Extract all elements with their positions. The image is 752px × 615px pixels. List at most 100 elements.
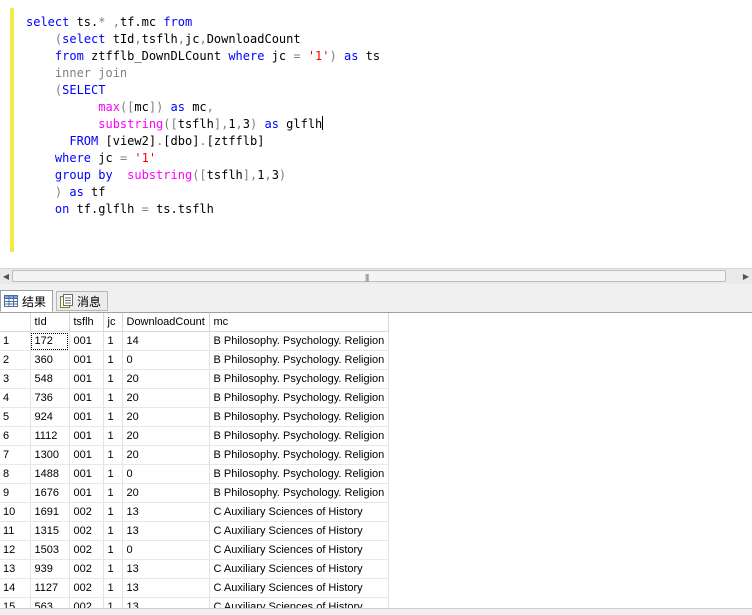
code-line[interactable]: from ztfflb_DownDLCount where jc = '1') … [26,48,380,65]
cell-tsflh[interactable]: 002 [69,540,104,560]
row-number[interactable]: 15 [0,597,31,608]
table-row[interactable]: 12 1503 002 1 0 C Auxiliary Sciences of Histo… [0,540,389,560]
cell-tsflh[interactable]: 001 [69,407,104,427]
cell-tsflh[interactable]: 002 [69,578,104,598]
code-line[interactable]: (SELECT [26,82,380,99]
row-number[interactable]: 6 [0,426,31,446]
editor-horizontal-scrollbar[interactable]: ◀ ||| ▶ [0,268,752,284]
cell-tid[interactable]: 736 [30,388,70,408]
scrollbar-thumb[interactable]: ||| [12,270,726,282]
cell-downloadcount[interactable]: 20 [122,483,210,503]
table-row[interactable]: 8 1488 001 1 0 B Philosophy. Psychology. Reli… [0,464,389,484]
cell-tsflh[interactable]: 001 [69,350,104,370]
scroll-right-arrow-icon[interactable]: ▶ [740,269,752,284]
tab-results[interactable]: 结果 [0,290,53,312]
cell-mc[interactable]: B Philosophy. Psychology. Religion [209,331,389,351]
table-row[interactable]: 1 172 001 1 14 B Philosophy. Psychology. Reli… [0,331,389,351]
code-line[interactable]: select ts.* ,tf.mc from [26,14,380,31]
table-row[interactable]: 14 1127 002 1 13 C Auxiliary Sciences of Hist… [0,578,389,598]
table-row[interactable]: 7 1300 001 1 20 B Philosophy. Psychology. Rel… [0,445,389,465]
code-line[interactable]: max([mc]) as mc, [26,99,380,116]
table-row[interactable]: 13 939 002 1 13 C Auxiliary Sciences of Histo… [0,559,389,579]
tab-messages[interactable]: 消息 [56,291,108,311]
cell-jc[interactable]: 1 [103,369,123,389]
table-row[interactable]: 2 360 001 1 0 B Philosophy. Psychology. Relig… [0,350,389,370]
cell-mc[interactable]: B Philosophy. Psychology. Religion [209,407,389,427]
cell-downloadcount[interactable]: 13 [122,521,210,541]
cell-downloadcount[interactable]: 0 [122,350,210,370]
cell-jc[interactable]: 1 [103,578,123,598]
cell-tid[interactable]: 924 [30,407,70,427]
cell-tid[interactable]: 1503 [30,540,70,560]
cell-tid[interactable]: 1488 [30,464,70,484]
code-line[interactable]: on tf.glflh = ts.tsflh [26,201,380,218]
cell-downloadcount[interactable]: 20 [122,388,210,408]
code-line[interactable]: ) as tf [26,184,380,201]
cell-mc[interactable]: B Philosophy. Psychology. Religion [209,426,389,446]
row-number[interactable]: 7 [0,445,31,465]
code-line[interactable]: (select tId,tsflh,jc,DownloadCount [26,31,380,48]
cell-tid[interactable]: 360 [30,350,70,370]
table-row[interactable]: 6 1112 001 1 20 B Philosophy. Psychology. Rel… [0,426,389,446]
cell-downloadcount[interactable]: 13 [122,502,210,522]
cell-mc[interactable]: C Auxiliary Sciences of History [209,578,389,598]
cell-jc[interactable]: 1 [103,407,123,427]
cell-tsflh[interactable]: 001 [69,331,104,351]
cell-mc[interactable]: B Philosophy. Psychology. Religion [209,483,389,503]
row-number[interactable]: 14 [0,578,31,598]
row-number[interactable]: 13 [0,559,31,579]
cell-tsflh[interactable]: 001 [69,483,104,503]
cell-downloadcount[interactable]: 0 [122,464,210,484]
table-row[interactable]: 10 1691 002 1 13 C Auxiliary Sciences of Hist… [0,502,389,522]
cell-tsflh[interactable]: 001 [69,388,104,408]
cell-tid[interactable]: 1676 [30,483,70,503]
cell-mc[interactable]: B Philosophy. Psychology. Religion [209,350,389,370]
cell-tsflh[interactable]: 002 [69,521,104,541]
cell-tsflh[interactable]: 001 [69,426,104,446]
cell-jc[interactable]: 1 [103,388,123,408]
cell-tsflh[interactable]: 002 [69,502,104,522]
column-header-jc[interactable]: jc [103,313,123,332]
table-row[interactable]: 3 548 001 1 20 B Philosophy. Psychology. Reli… [0,369,389,389]
cell-jc[interactable]: 1 [103,521,123,541]
cell-mc[interactable]: B Philosophy. Psychology. Religion [209,464,389,484]
cell-mc[interactable]: C Auxiliary Sciences of History [209,502,389,522]
table-row[interactable]: 9 1676 001 1 20 B Philosophy. Psychology. Rel… [0,483,389,503]
results-grid[interactable]: tId tsflh jc DownloadCount mc 1 172 001 1 14… [0,313,390,608]
column-header-tid[interactable]: tId [30,313,70,332]
row-number[interactable]: 9 [0,483,31,503]
code-line[interactable]: FROM [view2].[dbo].[ztfflb] [26,133,380,150]
cell-tsflh[interactable]: 001 [69,464,104,484]
cell-jc[interactable]: 1 [103,540,123,560]
code-line[interactable]: inner join [26,65,380,82]
cell-jc[interactable]: 1 [103,464,123,484]
query-editor[interactable]: select ts.* ,tf.mc from (select tId,tsfl… [0,0,752,268]
cell-jc[interactable]: 1 [103,597,123,608]
cell-downloadcount[interactable]: 20 [122,369,210,389]
cell-downloadcount[interactable]: 13 [122,559,210,579]
cell-mc[interactable]: B Philosophy. Psychology. Religion [209,369,389,389]
column-header-downloadcount[interactable]: DownloadCount [122,313,210,332]
cell-downloadcount[interactable]: 20 [122,407,210,427]
cell-jc[interactable]: 1 [103,483,123,503]
cell-jc[interactable]: 1 [103,331,123,351]
table-row[interactable]: 4 736 001 1 20 B Philosophy. Psychology. Reli… [0,388,389,408]
cell-tid[interactable]: 939 [30,559,70,579]
cell-tsflh[interactable]: 001 [69,445,104,465]
cell-tsflh[interactable]: 002 [69,559,104,579]
cell-downloadcount[interactable]: 13 [122,578,210,598]
row-number[interactable]: 5 [0,407,31,427]
cell-mc[interactable]: B Philosophy. Psychology. Religion [209,388,389,408]
cell-jc[interactable]: 1 [103,445,123,465]
sql-code[interactable]: select ts.* ,tf.mc from (select tId,tsfl… [26,14,380,218]
column-header-tsflh[interactable]: tsflh [69,313,104,332]
cell-tid[interactable]: 1127 [30,578,70,598]
row-number[interactable]: 2 [0,350,31,370]
cell-tsflh[interactable]: 002 [69,597,104,608]
cell-mc[interactable]: C Auxiliary Sciences of History [209,559,389,579]
row-number[interactable]: 10 [0,502,31,522]
cell-mc[interactable]: B Philosophy. Psychology. Religion [209,445,389,465]
row-number[interactable]: 4 [0,388,31,408]
code-line[interactable]: where jc = '1' [26,150,380,167]
column-header-mc[interactable]: mc [209,313,389,332]
